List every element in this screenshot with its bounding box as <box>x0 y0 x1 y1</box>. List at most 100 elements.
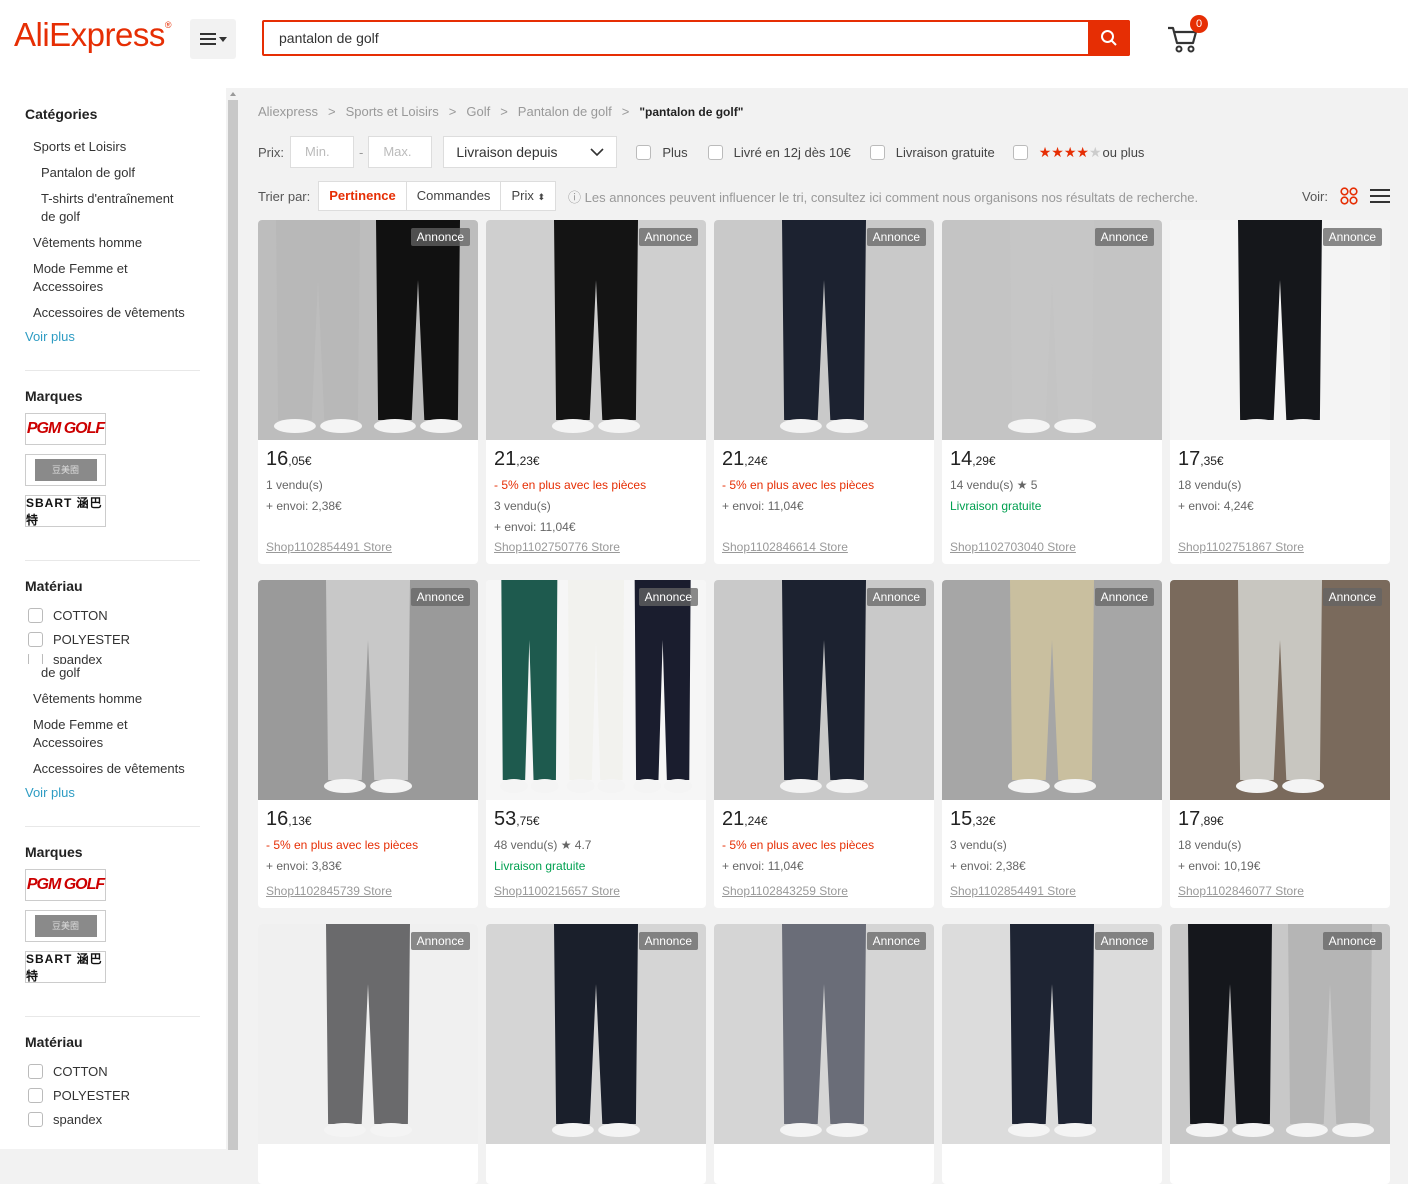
brand-pgm[interactable]: PGM GOLF <box>25 413 106 445</box>
cart-button[interactable]: 0 <box>1166 15 1208 58</box>
search-input[interactable] <box>264 22 1084 54</box>
price-max-input[interactable]: Max. <box>368 136 433 168</box>
sort-notice[interactable]: ⓘ Les annonces peuvent influencer le tri… <box>568 187 1198 206</box>
product-card[interactable]: Annonce 14,29€ 14 vendu(s) ★ 5 Livraison gr… <box>942 220 1162 564</box>
product-card[interactable]: Annonce 16,05€ 1 vendu(s) + envoi: 2,38€ Sho… <box>258 220 478 564</box>
product-card[interactable]: Annonce <box>1170 924 1390 1184</box>
material-option[interactable]: spandex <box>28 654 102 664</box>
product-image[interactable]: Annonce <box>942 580 1162 800</box>
ship-from-select[interactable]: Livraison depuis <box>443 136 618 168</box>
product-card[interactable]: Annonce 17,89€ 18 vendu(s) + envoi: 10,19€ S… <box>1170 580 1390 908</box>
product-image[interactable]: Annonce <box>486 580 706 800</box>
brand-doumeiquan[interactable]: 豆美圈 <box>25 454 106 486</box>
product-image[interactable]: Annonce <box>1170 924 1390 1144</box>
search-button[interactable] <box>1088 20 1130 56</box>
ad-badge: Annonce <box>410 228 470 246</box>
store-link[interactable]: Shop1102751867 Store <box>1178 540 1304 554</box>
checkbox[interactable] <box>28 631 43 647</box>
filter-fast-delivery[interactable]: Livré en 12j dès 10€ <box>707 144 851 160</box>
checkbox[interactable] <box>636 144 652 160</box>
store-link[interactable]: Shop1102703040 Store <box>950 540 1076 554</box>
store-link[interactable]: Shop1102846614 Store <box>722 540 848 554</box>
brand-sbart[interactable]: SBART 涵巴特 <box>25 951 106 983</box>
product-card[interactable]: Annonce 15,32€ 3 vendu(s) + envoi: 2,38€ Sho… <box>942 580 1162 908</box>
sidebar-scrollbar[interactable] <box>226 88 240 1150</box>
category-link[interactable]: Mode Femme et Accessoires <box>33 260 153 296</box>
category-link[interactable]: Accessoires de vêtements <box>33 760 185 778</box>
checkbox[interactable] <box>28 607 43 623</box>
checkbox[interactable] <box>869 144 885 160</box>
filter-free-shipping[interactable]: Livraison gratuite <box>869 144 995 160</box>
checkbox[interactable] <box>28 654 43 664</box>
product-card[interactable]: Annonce 53,75€ 48 vendu(s) ★ 4.7 Livraison … <box>486 580 706 908</box>
category-menu-button[interactable] <box>190 19 236 59</box>
product-image[interactable]: Annonce <box>714 580 934 800</box>
scroll-up-icon[interactable] <box>230 92 236 96</box>
breadcrumb-item[interactable]: Sports et Loisirs <box>346 104 439 119</box>
grid-view-icon[interactable] <box>1340 187 1358 205</box>
product-image[interactable]: Annonce <box>1170 220 1390 440</box>
aliexpress-logo[interactable]: AliExpress® <box>14 16 172 54</box>
breadcrumb-item[interactable]: Aliexpress <box>258 104 318 119</box>
product-card[interactable]: Annonce <box>486 924 706 1184</box>
sort-orders[interactable]: Commandes <box>407 182 502 210</box>
category-link[interactable]: T-shirts d'entraînement de golf <box>41 190 191 226</box>
product-image[interactable]: Annonce <box>258 580 478 800</box>
product-image[interactable]: Annonce <box>714 220 934 440</box>
store-link[interactable]: Shop1102843259 Store <box>722 884 848 898</box>
category-link[interactable]: Accessoires de vêtements <box>33 304 185 322</box>
product-image[interactable]: Annonce <box>942 220 1162 440</box>
category-link[interactable]: Pantalon de golf <box>41 164 135 182</box>
product-image[interactable]: Annonce <box>258 924 478 1144</box>
filter-rating[interactable]: ★★★★★ ou plus <box>1012 144 1144 161</box>
store-link[interactable]: Shop1102845739 Store <box>266 884 392 898</box>
category-link[interactable]: Mode Femme et Accessoires <box>33 716 153 752</box>
store-link[interactable]: Shop1102854491 Store <box>950 884 1076 898</box>
material-option[interactable]: POLYESTER <box>28 630 130 648</box>
brand-doumeiquan[interactable]: 豆美圈 <box>25 910 106 942</box>
product-card[interactable]: Annonce <box>714 924 934 1184</box>
store-link[interactable]: Shop1102750776 Store <box>494 540 620 554</box>
category-link[interactable]: Vêtements homme <box>33 690 142 708</box>
category-link[interactable]: de golf <box>41 664 80 682</box>
checkbox[interactable] <box>1012 144 1028 160</box>
scrollbar-thumb[interactable] <box>228 100 238 1150</box>
checkbox[interactable] <box>28 1111 43 1127</box>
product-image[interactable]: Annonce <box>258 220 478 440</box>
product-image[interactable]: Annonce <box>1170 580 1390 800</box>
store-link[interactable]: Shop1100215657 Store <box>494 884 620 898</box>
product-image[interactable]: Annonce <box>714 924 934 1144</box>
filter-plus[interactable]: Plus <box>636 144 688 160</box>
store-link[interactable]: Shop1102854491 Store <box>266 540 392 554</box>
see-more-link[interactable]: Voir plus <box>25 329 75 344</box>
see-more-link[interactable]: Voir plus <box>25 785 75 800</box>
price-min-input[interactable]: Min. <box>290 136 354 168</box>
brand-sbart[interactable]: SBART 涵巴特 <box>25 495 106 527</box>
product-image[interactable]: Annonce <box>942 924 1162 1144</box>
breadcrumb-item[interactable]: Pantalon de golf <box>518 104 612 119</box>
product-card[interactable]: Annonce 16,13€ - 5% en plus avec les pièce… <box>258 580 478 908</box>
product-card[interactable]: Annonce 21,23€ - 5% en plus avec les pièce… <box>486 220 706 564</box>
sort-relevance[interactable]: Pertinence <box>319 182 407 210</box>
category-link[interactable]: Sports et Loisirs <box>33 138 126 156</box>
checkbox[interactable] <box>707 144 723 160</box>
material-option[interactable]: COTTON <box>28 606 108 624</box>
product-card[interactable]: Annonce 21,24€ - 5% en plus avec les pièce… <box>714 580 934 908</box>
checkbox[interactable] <box>28 1063 43 1079</box>
material-option[interactable]: COTTON <box>28 1062 108 1080</box>
material-option[interactable]: spandex <box>28 1110 102 1128</box>
product-card[interactable]: Annonce <box>258 924 478 1184</box>
sort-price[interactable]: Prix ⬍ <box>501 182 555 210</box>
product-image[interactable]: Annonce <box>486 924 706 1144</box>
store-link[interactable]: Shop1102846077 Store <box>1178 884 1304 898</box>
brand-pgm[interactable]: PGM GOLF <box>25 869 106 901</box>
material-option[interactable]: POLYESTER <box>28 1086 130 1104</box>
product-card[interactable]: Annonce 21,24€ - 5% en plus avec les pièce… <box>714 220 934 564</box>
list-view-icon[interactable] <box>1370 188 1390 204</box>
product-card[interactable]: Annonce 17,35€ 18 vendu(s) + envoi: 4,24€ Sh… <box>1170 220 1390 564</box>
category-link[interactable]: Vêtements homme <box>33 234 142 252</box>
breadcrumb-item[interactable]: Golf <box>466 104 490 119</box>
product-image[interactable]: Annonce <box>486 220 706 440</box>
product-card[interactable]: Annonce <box>942 924 1162 1184</box>
checkbox[interactable] <box>28 1087 43 1103</box>
